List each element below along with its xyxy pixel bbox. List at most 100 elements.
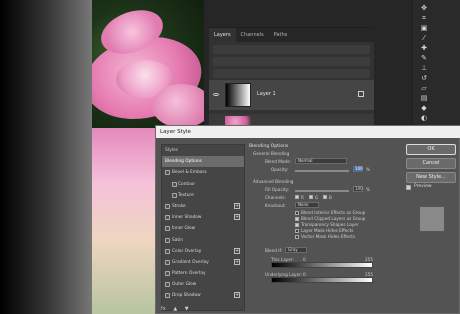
- blend-mode-select[interactable]: Normal: [295, 158, 347, 164]
- blend-if-select[interactable]: Gray: [285, 247, 307, 253]
- tab-paths[interactable]: Paths: [269, 28, 293, 42]
- history-brush-icon[interactable]: ↺: [419, 74, 429, 82]
- eraser-tool-icon[interactable]: ▱: [419, 84, 429, 92]
- styles-header[interactable]: Styles: [162, 145, 244, 156]
- style-blending-options[interactable]: Blending Options: [162, 156, 244, 168]
- tab-layers[interactable]: Layers: [209, 28, 236, 42]
- layer-row[interactable]: Layer 1: [209, 80, 374, 110]
- blend-clipped-checkbox[interactable]: [295, 217, 299, 221]
- style-inner-glow[interactable]: Inner Glow: [162, 223, 244, 234]
- vector-mask-hides-checkbox[interactable]: [295, 235, 299, 239]
- opacity-input[interactable]: 100: [353, 166, 363, 172]
- layer-name[interactable]: Layer 1: [257, 91, 276, 97]
- frame-tool-icon[interactable]: ▣: [419, 24, 429, 32]
- style-pattern-overlay[interactable]: Pattern Overlay: [162, 268, 244, 279]
- layer-thumbnail: [225, 83, 251, 107]
- style-checkbox[interactable]: [165, 259, 170, 265]
- gradient-tool-icon[interactable]: ▤: [419, 94, 429, 102]
- style-checkbox[interactable]: [165, 271, 170, 277]
- style-satin[interactable]: Satin: [162, 235, 244, 246]
- style-label: Inner Glow: [172, 226, 196, 232]
- styles-footer: fx ▲ ▼: [161, 306, 195, 312]
- tools-toolbar: ✥ ⌗ ▣ ⁄ ✚ ✎ ⊥ ↺ ▱ ▤ ◆ ◐: [412, 0, 460, 128]
- style-contour[interactable]: Contour: [162, 179, 244, 190]
- add-effect-button[interactable]: +: [234, 258, 240, 265]
- this-layer-bar[interactable]: [271, 262, 373, 268]
- fill-opacity-slider[interactable]: [295, 190, 349, 192]
- photoshop-workspace: Layers Channels Paths Layer 1 ✥ ⌗ ▣ ⁄ ✚ …: [0, 0, 460, 314]
- move-up-icon[interactable]: ▲: [173, 306, 177, 312]
- preview-checkbox[interactable]: [406, 185, 411, 190]
- fill-opacity-label: Fill Opacity:: [265, 187, 290, 192]
- dodge-tool-icon[interactable]: ◐: [419, 114, 429, 122]
- style-stroke[interactable]: Stroke +: [162, 201, 244, 212]
- preview-label: Preview: [414, 184, 432, 189]
- style-checkbox[interactable]: [165, 170, 170, 176]
- channel-g-checkbox[interactable]: [309, 195, 313, 199]
- style-checkbox[interactable]: [165, 237, 170, 243]
- channels-label: Channels:: [265, 195, 286, 200]
- brush-tool-icon[interactable]: ✎: [419, 54, 429, 62]
- eyedropper-tool-icon[interactable]: ⁄: [419, 34, 429, 42]
- dialog-title: Layer Style: [156, 126, 460, 138]
- style-checkbox[interactable]: [165, 293, 170, 299]
- channel-g-label: G: [315, 195, 319, 200]
- add-effect-button[interactable]: +: [234, 214, 240, 221]
- blur-tool-icon[interactable]: ◆: [419, 104, 429, 112]
- style-bevel-emboss[interactable]: Bevel & Emboss: [162, 167, 244, 178]
- style-label: Contour: [178, 181, 196, 187]
- style-checkbox[interactable]: [172, 192, 177, 198]
- fx-icon[interactable]: fx: [161, 306, 166, 312]
- channel-r-label: R: [301, 195, 304, 200]
- style-label: Texture: [178, 192, 194, 198]
- underlying-layer-bar[interactable]: [271, 277, 373, 283]
- opacity-slider[interactable]: [295, 170, 349, 172]
- style-label: Color Overlay: [172, 248, 202, 254]
- move-tool-icon[interactable]: ✥: [419, 4, 429, 12]
- style-checkbox[interactable]: [165, 248, 170, 254]
- opacity-label: Opacity:: [271, 167, 289, 172]
- add-effect-button[interactable]: +: [234, 292, 240, 299]
- layer-style-dialog: Layer Style Styles Blending Options Beve…: [155, 125, 460, 314]
- blend-mode-row[interactable]: [213, 57, 370, 66]
- fill-opacity-input[interactable]: 100: [353, 186, 363, 192]
- add-effect-button[interactable]: +: [234, 247, 240, 254]
- lock-row[interactable]: [213, 69, 370, 78]
- style-outer-glow[interactable]: Outer Glow: [162, 279, 244, 290]
- style-gradient-overlay[interactable]: Gradient Overlay +: [162, 257, 244, 268]
- cancel-button[interactable]: Cancel: [406, 158, 456, 169]
- style-checkbox[interactable]: [165, 203, 170, 209]
- style-label: Outer Glow: [172, 282, 197, 288]
- blend-mode-label: Blend Mode:: [265, 159, 292, 164]
- channel-b-checkbox[interactable]: [323, 195, 327, 199]
- style-texture[interactable]: Texture: [162, 190, 244, 201]
- style-checkbox[interactable]: [172, 181, 177, 187]
- style-checkbox[interactable]: [165, 226, 170, 232]
- layer-mask-hides-checkbox[interactable]: [295, 229, 299, 233]
- transparency-shapes-checkbox[interactable]: [295, 223, 299, 227]
- blend-interior-checkbox[interactable]: [295, 211, 299, 215]
- style-label: Drop Shadow: [172, 293, 201, 299]
- knockout-select[interactable]: None: [295, 202, 319, 208]
- eye-icon[interactable]: [213, 93, 219, 96]
- style-color-overlay[interactable]: Color Overlay +: [162, 246, 244, 257]
- style-drop-shadow[interactable]: Drop Shadow +: [162, 290, 244, 301]
- add-effect-button[interactable]: +: [234, 202, 240, 209]
- layers-panel: Layers Channels Paths Layer 1: [209, 27, 374, 129]
- style-inner-shadow[interactable]: Inner Shadow +: [162, 212, 244, 223]
- channel-r-checkbox[interactable]: [295, 195, 299, 199]
- new-style-button[interactable]: New Style...: [406, 172, 456, 183]
- stamp-tool-icon[interactable]: ⊥: [419, 64, 429, 72]
- blend-clipped-label: Blend Clipped Layers as Group: [301, 216, 366, 221]
- ok-button[interactable]: OK: [406, 144, 456, 155]
- blend-interior-label: Blend Interior Effects as Group: [301, 210, 366, 215]
- style-checkbox[interactable]: [165, 282, 170, 288]
- style-label: Pattern Overlay: [172, 271, 206, 277]
- crop-tool-icon[interactable]: ⌗: [419, 14, 429, 22]
- layer-filter-row[interactable]: [213, 45, 370, 54]
- channel-b-label: B: [329, 195, 332, 200]
- tab-channels[interactable]: Channels: [236, 28, 269, 42]
- move-down-icon[interactable]: ▼: [185, 306, 189, 312]
- style-checkbox[interactable]: [165, 215, 170, 221]
- healing-tool-icon[interactable]: ✚: [419, 44, 429, 52]
